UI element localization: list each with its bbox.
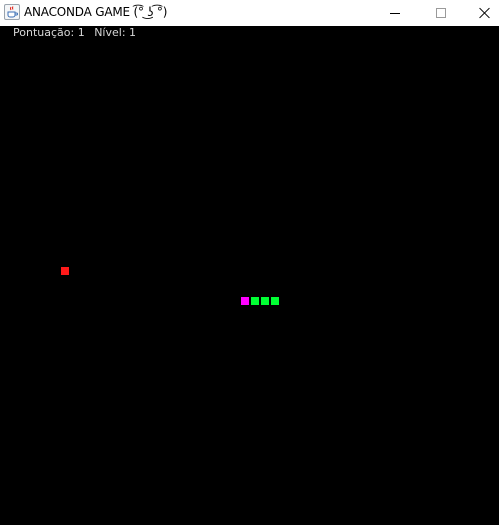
snake-head	[241, 297, 249, 305]
minimize-icon	[390, 12, 400, 14]
title-bar[interactable]: ANACONDA GAME (͡° ͜ʖ ͡°)	[0, 0, 499, 26]
snake-body-segment	[261, 297, 269, 305]
level-label: Nível: 1	[94, 26, 137, 39]
close-button[interactable]	[462, 0, 499, 26]
java-cup-icon[interactable]	[4, 4, 20, 20]
window-title: ANACONDA GAME (͡° ͜ʖ ͡°)	[24, 5, 168, 19]
hud: Pontuação: 1 Nível: 1	[13, 26, 142, 39]
game-board[interactable]: Pontuação: 1 Nível: 1	[0, 26, 499, 525]
minimize-button[interactable]	[372, 0, 418, 26]
maximize-button[interactable]	[418, 0, 464, 26]
close-icon	[479, 7, 491, 19]
maximize-icon	[436, 8, 446, 18]
snake-body-segment	[271, 297, 279, 305]
snake-body-segment	[251, 297, 259, 305]
score-label: Pontuação: 1	[13, 26, 85, 39]
game-window: ANACONDA GAME (͡° ͜ʖ ͡°) Pontuação: 1 Ní…	[0, 0, 499, 525]
food-apple	[61, 267, 69, 275]
